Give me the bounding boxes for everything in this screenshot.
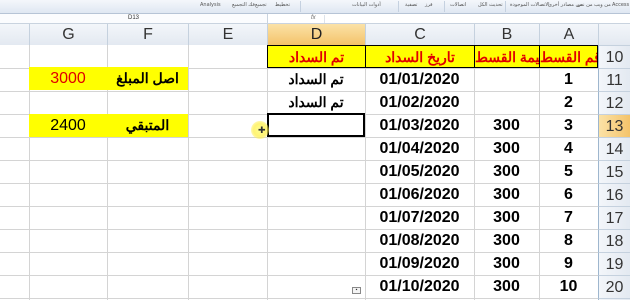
row-header-10[interactable]: 10 [598,45,630,68]
ribbon-label-connections[interactable]: اتصالات [450,2,466,8]
cell-c14[interactable]: 01/04/2020 [365,137,474,160]
remaining-value[interactable]: 2400 [29,114,107,137]
cell-b18[interactable]: 300 [474,229,539,252]
ribbon-label-access[interactable]: Access [612,2,629,8]
cell-d11[interactable]: تم السداد [267,68,365,91]
row-header-17[interactable]: 17 [598,206,630,229]
row-header-13[interactable]: 13 [598,114,630,137]
cell-select-cursor-icon: ✚ [258,125,266,135]
cell-b11[interactable] [474,68,539,91]
principal-value[interactable]: 3000 [29,67,107,90]
cell-b12[interactable] [474,91,539,114]
header-installment-number[interactable]: رقم القسط [539,45,598,68]
header-paid[interactable]: تم السداد [267,45,366,68]
cell-b17[interactable]: 300 [474,206,539,229]
cell-c11[interactable]: 01/01/2020 [365,68,474,91]
cell-c16[interactable]: 01/06/2020 [365,183,474,206]
gridline [0,298,598,299]
ribbon-separator [444,1,445,12]
column-header-e[interactable]: E [188,24,267,45]
fx-icon[interactable]: fx [311,14,316,23]
cell-b14[interactable]: 300 [474,137,539,160]
cell-c20[interactable]: 01/10/2020 [365,275,474,298]
ribbon-separator [300,1,301,12]
column-header-b[interactable]: B [474,24,539,45]
cell-c18[interactable]: 01/08/2020 [365,229,474,252]
cell-c17[interactable]: 01/07/2020 [365,206,474,229]
cell-a16[interactable]: 6 [539,183,598,206]
ribbon-separator [398,1,399,12]
column-header-c[interactable]: C [365,24,474,45]
cell-a14[interactable]: 4 [539,137,598,160]
ribbon-separator [505,1,506,12]
formula-bar: D13 fx [0,14,630,24]
cell-a17[interactable]: 7 [539,206,598,229]
row-header-15[interactable]: 15 [598,160,630,183]
row-header-19[interactable]: 19 [598,252,630,275]
cell-c15[interactable]: 01/05/2020 [365,160,474,183]
row-header-20[interactable]: 20 [598,275,630,298]
ribbon-label-web[interactable]: من ويب [594,2,611,8]
column-header-g[interactable]: G [29,24,107,45]
cell-c12[interactable]: 01/02/2020 [365,91,474,114]
header-installment-value[interactable]: قيمة القسط [474,45,540,68]
column-header-f[interactable]: F [107,24,188,45]
cell-a11[interactable]: 1 [539,68,598,91]
row-header-12[interactable]: 12 [598,91,630,114]
ribbon-label-sort[interactable]: فرز [425,2,433,8]
cell-a18[interactable]: 8 [539,229,598,252]
cell-a13[interactable]: 3 [539,114,598,137]
worksheet-grid[interactable]: رقم القسط قيمة القسط تاريخ السداد تم الس… [0,45,598,300]
ribbon-label-refresh-all[interactable]: تحديث الكل [478,2,503,8]
row-header-18[interactable]: 18 [598,229,630,252]
cell-c19[interactable]: 01/09/2020 [365,252,474,275]
ribbon-label-outline[interactable]: تخطيط [275,2,290,8]
ribbon-label-analysis[interactable]: Analysis [200,2,221,8]
ribbon: Access من ويب من نص من مصادر أخرى الاتصا… [0,0,630,14]
cell-a20[interactable]: 10 [539,275,598,298]
cell-c13[interactable]: 01/03/2020 [365,114,474,137]
header-payment-date[interactable]: تاريخ السداد [365,45,475,68]
select-all-corner[interactable] [598,24,630,45]
column-header-row: G F E D C B A [0,24,630,45]
cell-b19[interactable]: 300 [474,252,539,275]
cell-a15[interactable]: 5 [539,160,598,183]
ribbon-label-existing-connections[interactable]: الاتصالات الموجودة [510,2,550,8]
gridline [188,45,189,300]
row-header-14[interactable]: 14 [598,137,630,160]
remaining-label[interactable]: المتبقي [107,114,188,137]
cell-b15[interactable]: 300 [474,160,539,183]
cell-b16[interactable]: 300 [474,183,539,206]
row-header-16[interactable]: 16 [598,183,630,206]
cell-a12[interactable]: 2 [539,91,598,114]
principal-label[interactable]: اصل المبلغ [107,67,188,90]
ribbon-label-ungroup[interactable]: فك التجميع [232,2,255,8]
ribbon-label-data-tools[interactable]: أدوات البيانات [352,2,381,8]
cell-b20[interactable]: 300 [474,275,539,298]
cell-a19[interactable]: 9 [539,252,598,275]
paste-options-icon[interactable]: ▪ [352,287,361,294]
column-header-offscreen[interactable] [0,24,29,45]
row-header-11[interactable]: 11 [598,68,630,91]
formula-input[interactable] [324,15,630,23]
ribbon-label-filter[interactable]: تصفية [405,2,417,8]
selected-cell-d13[interactable] [267,113,365,137]
ribbon-label-other-sources[interactable]: من مصادر أخرى [548,2,582,8]
column-header-a[interactable]: A [539,24,598,45]
cell-d12[interactable]: تم السداد [267,91,365,114]
column-header-d[interactable]: D [267,24,365,45]
cell-b13[interactable]: 300 [474,114,539,137]
name-box[interactable]: D13 [0,14,268,23]
ribbon-label-group[interactable]: تجميع [255,2,267,8]
